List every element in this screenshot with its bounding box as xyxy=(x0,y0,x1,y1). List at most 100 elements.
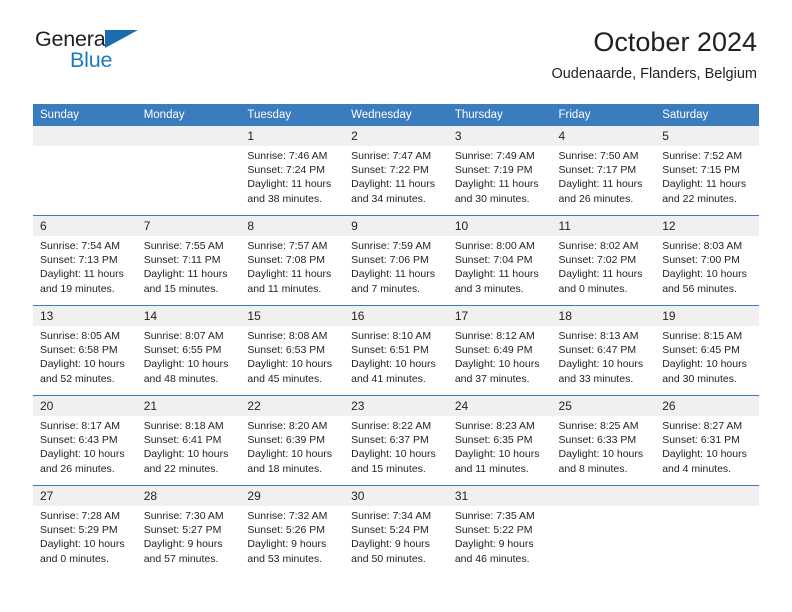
sunrise-text: Sunrise: 7:32 AM xyxy=(247,510,328,522)
calendar-day-cell[interactable]: 7 Sunrise: 7:55 AM Sunset: 7:11 PM Daylight… xyxy=(136,215,241,306)
sunrise-text: Sunrise: 8:22 AM xyxy=(351,420,432,432)
triangle-icon xyxy=(105,30,138,48)
daylight-text-line2: and 50 minutes. xyxy=(351,552,426,565)
day-number: 24 xyxy=(447,396,552,416)
calendar-day-cell[interactable]: 22 Sunrise: 8:20 AM Sunset: 6:39 PM Dayligh… xyxy=(240,395,345,486)
calendar-day-cell[interactable]: 20 Sunrise: 8:17 AM Sunset: 6:43 PM Dayligh… xyxy=(33,395,137,486)
daylight-text-line1: Daylight: 10 hours xyxy=(662,448,747,461)
calendar-day-cell[interactable]: 17 Sunrise: 8:12 AM Sunset: 6:49 PM Dayligh… xyxy=(447,305,552,396)
calendar-day-cell[interactable]: 1 Sunrise: 7:46 AM Sunset: 7:24 PM Daylight… xyxy=(240,126,345,216)
daylight-text-line1: Daylight: 10 hours xyxy=(351,448,436,461)
sunset-text: Sunset: 6:43 PM xyxy=(40,434,118,447)
sunset-text: Sunset: 6:47 PM xyxy=(558,344,637,357)
calendar-day-cell[interactable]: 15 Sunrise: 8:08 AM Sunset: 6:53 PM Dayligh… xyxy=(240,305,345,396)
calendar-table: Sunday Monday Tuesday Wednesday Thursday… xyxy=(33,104,759,575)
daylight-text-line1: Daylight: 10 hours xyxy=(40,358,125,371)
day-details: Sunrise: 7:50 AM Sunset: 7:17 PM Daylight:… xyxy=(552,146,656,206)
calendar-day-cell[interactable]: 10 Sunrise: 8:00 AM Sunset: 7:04 PM Dayligh… xyxy=(447,215,552,306)
sunset-text: Sunset: 7:19 PM xyxy=(454,164,533,177)
sunrise-text: Sunrise: 7:52 AM xyxy=(662,150,743,162)
sunrise-text: Sunrise: 8:05 AM xyxy=(40,330,120,342)
day-number: 20 xyxy=(33,396,137,416)
daylight-text-line2: and 52 minutes. xyxy=(40,372,115,385)
calendar-day-cell[interactable]: 14 Sunrise: 8:07 AM Sunset: 6:55 PM Dayligh… xyxy=(136,305,241,396)
daylight-text-line1: Daylight: 11 hours xyxy=(558,268,643,281)
sunset-text: Sunset: 6:35 PM xyxy=(454,434,533,447)
day-number: 27 xyxy=(33,486,137,506)
calendar-week-row: 1 Sunrise: 7:46 AM Sunset: 7:24 PM Daylight… xyxy=(33,126,759,216)
weekday-header-tuesday: Tuesday xyxy=(240,104,345,126)
calendar-day-cell[interactable]: 23 Sunrise: 8:22 AM Sunset: 6:37 PM Dayligh… xyxy=(344,395,448,486)
sunset-text: Sunset: 6:33 PM xyxy=(558,434,637,447)
daylight-text-line1: Daylight: 11 hours xyxy=(662,178,747,191)
calendar-day-cell[interactable]: 8 Sunrise: 7:57 AM Sunset: 7:08 PM Daylight… xyxy=(240,215,345,306)
sunrise-text: Sunrise: 7:34 AM xyxy=(351,510,432,522)
calendar-day-cell[interactable]: 4 Sunrise: 7:50 AM Sunset: 7:17 PM Daylight… xyxy=(551,126,656,216)
day-number: 18 xyxy=(551,306,656,326)
day-details: Sunrise: 7:46 AM Sunset: 7:24 PM Daylight:… xyxy=(240,146,344,206)
day-details: Sunrise: 8:17 AM Sunset: 6:43 PM Daylight:… xyxy=(33,416,137,476)
day-details: Sunrise: 8:20 AM Sunset: 6:39 PM Daylight:… xyxy=(240,416,344,476)
day-number: 10 xyxy=(447,216,552,236)
calendar-day-cell[interactable]: 30 Sunrise: 7:34 AM Sunset: 5:24 PM Dayligh… xyxy=(344,485,448,575)
calendar-day-cell[interactable]: 5 Sunrise: 7:52 AM Sunset: 7:15 PM Daylight… xyxy=(655,126,759,216)
calendar-day-cell[interactable]: 6 Sunrise: 7:54 AM Sunset: 7:13 PM Daylight… xyxy=(33,215,137,306)
sunrise-text: Sunrise: 7:28 AM xyxy=(40,510,120,522)
sunset-text: Sunset: 7:04 PM xyxy=(454,254,533,267)
calendar-day-cell[interactable]: 24 Sunrise: 8:23 AM Sunset: 6:35 PM Dayligh… xyxy=(447,395,552,486)
day-number: 8 xyxy=(240,216,345,236)
calendar-day-cell[interactable]: 12 Sunrise: 8:03 AM Sunset: 7:00 PM Dayligh… xyxy=(655,215,759,306)
calendar-day-cell[interactable]: 28 Sunrise: 7:30 AM Sunset: 5:27 PM Dayligh… xyxy=(136,485,241,575)
daylight-text-line2: and 0 minutes. xyxy=(558,282,628,295)
calendar-day-cell[interactable]: 11 Sunrise: 8:02 AM Sunset: 7:02 PM Dayligh… xyxy=(551,215,656,306)
daylight-text-line1: Daylight: 11 hours xyxy=(247,178,332,191)
calendar-day-cell[interactable]: 27 Sunrise: 7:28 AM Sunset: 5:29 PM Dayligh… xyxy=(33,485,137,575)
daylight-text-line2: and 4 minutes. xyxy=(662,462,732,475)
logo-text-blue: Blue xyxy=(70,48,113,72)
daylight-text-line2: and 41 minutes. xyxy=(351,372,426,385)
daylight-text-line1: Daylight: 10 hours xyxy=(247,358,333,371)
calendar-day-cell[interactable]: 2 Sunrise: 7:47 AM Sunset: 7:22 PM Daylight… xyxy=(344,126,448,216)
calendar-day-cell[interactable]: 3 Sunrise: 7:49 AM Sunset: 7:19 PM Daylight… xyxy=(447,126,552,216)
calendar-day-cell[interactable]: 21 Sunrise: 8:18 AM Sunset: 6:41 PM Dayligh… xyxy=(136,395,241,486)
daylight-text-line2: and 46 minutes. xyxy=(454,552,530,565)
calendar-day-cell[interactable]: 29 Sunrise: 7:32 AM Sunset: 5:26 PM Dayligh… xyxy=(240,485,345,575)
calendar-day-cell[interactable]: 25 Sunrise: 8:25 AM Sunset: 6:33 PM Dayligh… xyxy=(551,395,656,486)
general-blue-logo[interactable]: General Blue xyxy=(35,27,165,77)
daylight-text-line2: and 57 minutes. xyxy=(143,552,219,565)
day-number: 25 xyxy=(551,396,656,416)
calendar-day-cell[interactable]: 31 Sunrise: 7:35 AM Sunset: 5:22 PM Dayligh… xyxy=(447,485,552,575)
daylight-text-line1: Daylight: 11 hours xyxy=(558,178,643,191)
sunrise-text: Sunrise: 8:03 AM xyxy=(662,240,743,252)
sunset-text: Sunset: 5:27 PM xyxy=(143,524,222,537)
sunrise-text: Sunrise: 7:47 AM xyxy=(351,150,432,162)
calendar-day-cell[interactable]: 9 Sunrise: 7:59 AM Sunset: 7:06 PM Daylight… xyxy=(344,215,448,306)
calendar-day-cell[interactable]: 16 Sunrise: 8:10 AM Sunset: 6:51 PM Dayligh… xyxy=(344,305,448,396)
day-details: Sunrise: 7:52 AM Sunset: 7:15 PM Daylight:… xyxy=(655,146,759,206)
day-number: 3 xyxy=(447,126,552,146)
sunrise-text: Sunrise: 8:00 AM xyxy=(454,240,535,252)
sunset-text: Sunset: 7:13 PM xyxy=(40,254,118,267)
title-block: October 2024 Oudenaarde, Flanders, Belgi… xyxy=(551,25,757,83)
day-details: Sunrise: 7:57 AM Sunset: 7:08 PM Daylight:… xyxy=(240,236,344,296)
weekday-header-saturday: Saturday xyxy=(655,104,759,126)
daylight-text-line1: Daylight: 10 hours xyxy=(662,358,747,371)
daylight-text-line2: and 11 minutes. xyxy=(454,462,529,475)
calendar-day-cell[interactable]: 13 Sunrise: 8:05 AM Sunset: 6:58 PM Dayligh… xyxy=(33,305,137,396)
daylight-text-line1: Daylight: 10 hours xyxy=(143,448,229,461)
sunset-text: Sunset: 7:02 PM xyxy=(558,254,637,267)
day-number xyxy=(655,486,759,506)
day-number xyxy=(551,486,656,506)
calendar-day-cell[interactable]: 18 Sunrise: 8:13 AM Sunset: 6:47 PM Dayligh… xyxy=(551,305,656,396)
daylight-text-line2: and 30 minutes. xyxy=(454,192,530,205)
daylight-text-line2: and 11 minutes. xyxy=(247,282,322,295)
calendar-day-cell[interactable]: 26 Sunrise: 8:27 AM Sunset: 6:31 PM Dayligh… xyxy=(655,395,759,486)
day-number xyxy=(136,126,241,146)
day-number: 31 xyxy=(447,486,552,506)
sunrise-text: Sunrise: 7:50 AM xyxy=(558,150,639,162)
sunset-text: Sunset: 5:24 PM xyxy=(351,524,429,537)
day-details: Sunrise: 8:13 AM Sunset: 6:47 PM Daylight:… xyxy=(552,326,656,386)
calendar-day-cell[interactable]: 19 Sunrise: 8:15 AM Sunset: 6:45 PM Dayligh… xyxy=(655,305,759,396)
day-number: 17 xyxy=(447,306,552,326)
daylight-text-line1: Daylight: 9 hours xyxy=(454,538,534,551)
